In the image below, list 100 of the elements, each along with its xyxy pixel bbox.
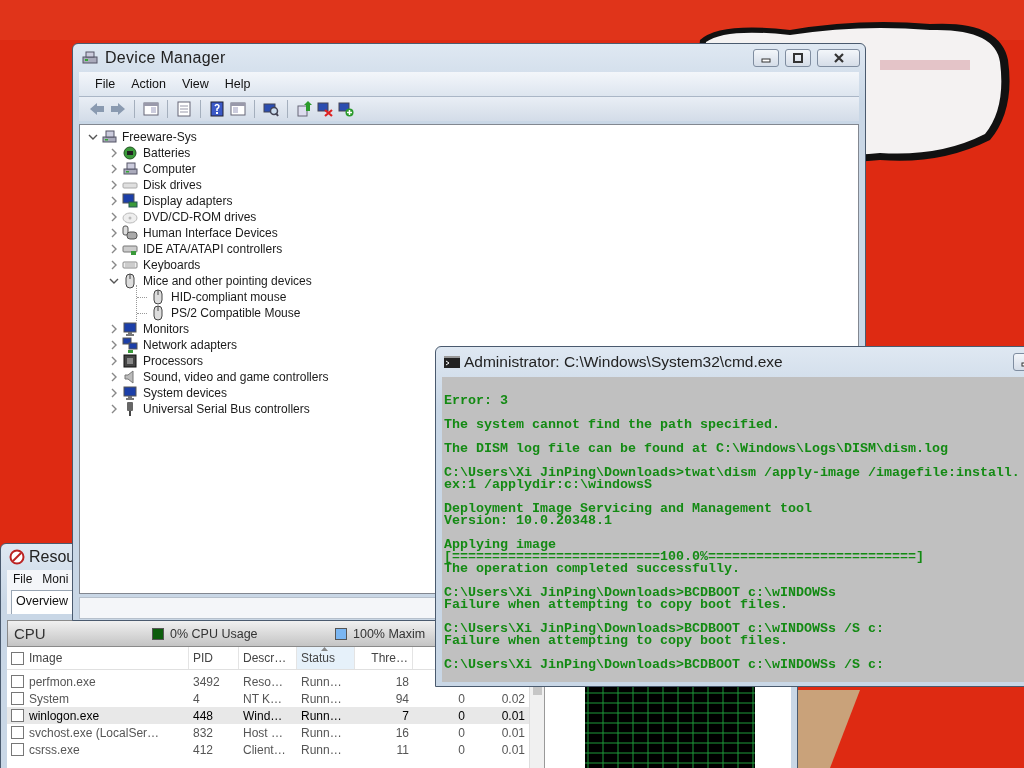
- scrollbar-thumb[interactable]: [532, 687, 542, 695]
- expand-chevron-icon[interactable]: [109, 196, 119, 206]
- monitor-icon: [122, 321, 138, 337]
- console-line: Version: 10.0.20348.1: [444, 515, 612, 527]
- uninstall-icon[interactable]: [317, 101, 333, 117]
- table-cell: Reso…: [243, 674, 283, 689]
- expand-chevron-icon[interactable]: [109, 244, 119, 254]
- tree-item[interactable]: Network adapters: [143, 337, 238, 353]
- menu-item[interactable]: View: [181, 77, 209, 91]
- expand-chevron-icon[interactable]: [109, 212, 119, 222]
- checkbox[interactable]: [11, 709, 24, 722]
- tree-item[interactable]: PS/2 Compatible Mouse: [171, 305, 301, 321]
- tree-item[interactable]: Monitors: [143, 321, 189, 337]
- table-cell: 0: [458, 742, 465, 757]
- menu-item[interactable]: Action: [131, 77, 166, 91]
- window-title: Administrator: C:\Windows\System32\cmd.exe: [464, 353, 783, 371]
- tree-item[interactable]: Processors: [143, 353, 204, 369]
- table-cell: 0: [458, 691, 465, 706]
- menu-item[interactable]: File: [95, 77, 116, 91]
- tree-item[interactable]: Sound, video and game controllers: [143, 369, 329, 385]
- column-header[interactable]: PID: [189, 647, 239, 669]
- disc-icon: [122, 209, 138, 225]
- console-line: Error: 3: [444, 395, 509, 407]
- expand-chevron-icon[interactable]: [109, 148, 119, 158]
- tree-item[interactable]: Universal Serial Bus controllers: [143, 401, 310, 417]
- checkbox[interactable]: [11, 651, 24, 665]
- menu-item[interactable]: File: [13, 572, 33, 586]
- chip-icon: [122, 353, 138, 369]
- expand-chevron-icon[interactable]: [109, 356, 119, 366]
- forward-icon[interactable]: [110, 101, 126, 117]
- selected-row[interactable]: winlogon.exe 448 Wind… Runn… 7 0 0.01: [7, 707, 529, 724]
- console-line: [==========================100.0%==========================]: [444, 551, 925, 563]
- tree-item[interactable]: Human Interface Devices: [143, 225, 278, 241]
- expand-chevron-icon[interactable]: [109, 340, 119, 350]
- console-line: The operation completed successfully.: [444, 563, 740, 575]
- tree-item[interactable]: Keyboards: [143, 257, 201, 273]
- column-header[interactable]: Thre…: [355, 647, 413, 669]
- display-card-icon: [122, 193, 138, 209]
- table-cell: Runn…: [301, 708, 342, 723]
- expand-chevron-icon[interactable]: [109, 324, 119, 334]
- legend-label: 0% CPU Usage: [170, 626, 259, 641]
- expand-chevron-icon[interactable]: [109, 372, 119, 382]
- checkbox[interactable]: [11, 743, 24, 756]
- close-button[interactable]: [817, 49, 860, 67]
- table-cell: 7: [402, 708, 409, 723]
- tree-item[interactable]: System devices: [143, 385, 228, 401]
- console-line: C:\Users\Xi JinPing\Downloads>BCDBOOT c:\wINDOWSs /S c:: [444, 623, 885, 635]
- tree-item[interactable]: IDE ATA/ATAPI controllers: [143, 241, 283, 257]
- console-line: C:\Users\Xi JinPing\Downloads>BCDBOOT c:\wINDOWSs: [444, 587, 837, 599]
- menu-item[interactable]: Help: [224, 77, 251, 91]
- expand-chevron-icon[interactable]: [109, 180, 119, 190]
- table-cell: csrss.exe: [29, 742, 80, 757]
- checkbox[interactable]: [11, 675, 24, 688]
- expand-chevron-icon[interactable]: [109, 164, 119, 174]
- document-icon[interactable]: [176, 101, 192, 117]
- update-icon[interactable]: [296, 101, 312, 117]
- checkbox[interactable]: [11, 692, 24, 705]
- collapse-chevron-icon[interactable]: [109, 276, 119, 286]
- computer-icon: [101, 129, 117, 145]
- console-line: The system cannot find the path specified.: [444, 419, 781, 431]
- collapse-chevron-icon[interactable]: [88, 132, 98, 142]
- computer-icon: [122, 161, 138, 177]
- mouse-icon: [150, 305, 166, 321]
- scan-icon[interactable]: [263, 101, 279, 117]
- scrollbar[interactable]: [529, 687, 544, 768]
- checkbox[interactable]: [11, 726, 24, 739]
- help-icon[interactable]: [209, 101, 225, 117]
- console-line: ex:1 /applydir:c:\windowsS: [444, 479, 652, 491]
- expand-chevron-icon[interactable]: [109, 388, 119, 398]
- maximize-icon: [791, 52, 805, 64]
- tree-item[interactable]: Freeware-Sys: [122, 129, 197, 145]
- tree-item[interactable]: Display adapters: [143, 193, 233, 209]
- table-cell: Host …: [243, 725, 283, 740]
- panel-icon[interactable]: [143, 101, 159, 117]
- tab[interactable]: Overview: [11, 590, 74, 614]
- tree-item[interactable]: Batteries: [143, 145, 191, 161]
- table-cell: Runn…: [301, 742, 342, 757]
- tree-item[interactable]: Computer: [143, 161, 196, 177]
- panel-icon[interactable]: [230, 101, 246, 117]
- expand-chevron-icon[interactable]: [109, 404, 119, 414]
- maximize-button[interactable]: [785, 49, 811, 67]
- column-header[interactable]: Image: [7, 647, 189, 669]
- expand-chevron-icon[interactable]: [109, 260, 119, 270]
- tree-item[interactable]: HID-compliant mouse: [171, 289, 287, 305]
- console-line: The DISM log file can be found at C:\Windows\Logs\DISM\dism.log: [444, 443, 949, 455]
- enable-icon[interactable]: [338, 101, 354, 117]
- table-cell: Runn…: [301, 691, 342, 706]
- tree-item[interactable]: DVD/CD-ROM drives: [143, 209, 257, 225]
- mouse-icon: [150, 289, 166, 305]
- menu-item[interactable]: Moni: [42, 572, 69, 586]
- table-cell: 3492: [193, 674, 220, 689]
- tree-item[interactable]: Disk drives: [143, 177, 202, 193]
- expand-chevron-icon[interactable]: [109, 228, 119, 238]
- table-cell: 412: [193, 742, 214, 757]
- back-icon[interactable]: [89, 101, 105, 117]
- tree-item[interactable]: Mice and other pointing devices: [143, 273, 312, 289]
- table-cell: 94: [395, 691, 409, 706]
- column-header[interactable]: Status: [297, 647, 355, 669]
- window-title: Device Manager: [105, 49, 226, 67]
- minimize-button[interactable]: [753, 49, 779, 67]
